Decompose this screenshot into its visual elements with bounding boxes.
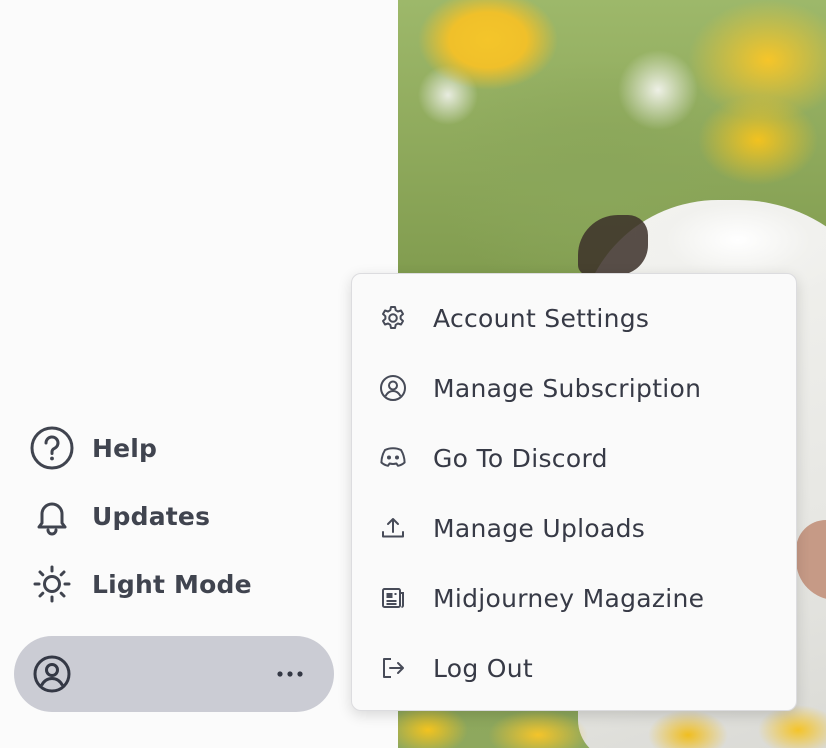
menu-item-midjourney-magazine[interactable]: Midjourney Magazine — [352, 568, 796, 628]
help-circle-icon — [30, 426, 74, 470]
bell-icon — [30, 494, 74, 538]
sidebar-item-label: Light Mode — [92, 569, 252, 599]
sidebar-item-label: Updates — [92, 501, 211, 531]
sidebar-item-updates[interactable]: Updates — [30, 493, 210, 539]
menu-item-label: Manage Uploads — [433, 513, 646, 543]
sidebar-item-help[interactable]: Help — [30, 425, 157, 471]
account-menu: Account Settings Manage Subscription Go … — [351, 273, 797, 711]
menu-item-label: Log Out — [433, 653, 534, 683]
menu-item-manage-uploads[interactable]: Manage Uploads — [352, 498, 796, 558]
goat-ear-shape — [578, 215, 648, 275]
sun-icon — [30, 562, 74, 606]
user-circle-icon — [378, 373, 408, 403]
upload-icon — [378, 513, 408, 543]
menu-item-label: Go To Discord — [433, 443, 608, 473]
logout-icon — [378, 653, 408, 683]
menu-item-label: Manage Subscription — [433, 373, 702, 403]
magazine-icon — [378, 583, 408, 613]
discord-icon — [378, 443, 408, 473]
sidebar-item-light-mode[interactable]: Light Mode — [30, 561, 252, 607]
menu-item-manage-subscription[interactable]: Manage Subscription — [352, 358, 796, 418]
gear-icon — [378, 303, 408, 333]
more-dots-icon[interactable] — [272, 656, 308, 692]
menu-item-log-out[interactable]: Log Out — [352, 638, 796, 698]
menu-item-go-to-discord[interactable]: Go To Discord — [352, 428, 796, 488]
menu-item-account-settings[interactable]: Account Settings — [352, 288, 796, 348]
sidebar-item-label: Help — [92, 433, 158, 463]
menu-item-label: Midjourney Magazine — [433, 583, 705, 613]
menu-item-label: Account Settings — [433, 303, 650, 333]
user-circle-icon — [32, 654, 72, 694]
account-button[interactable] — [14, 636, 334, 712]
